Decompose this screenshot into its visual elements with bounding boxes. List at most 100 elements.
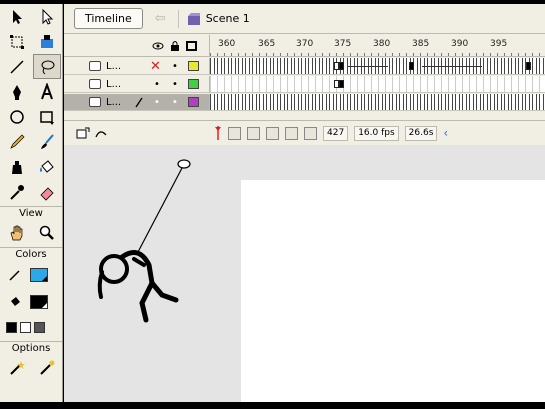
- layer-row-selected[interactable]: L... • •: [64, 94, 209, 111]
- visibility-toggle[interactable]: •: [154, 97, 160, 108]
- status-controls: 427 16.0 fps 26.6s ‹: [214, 125, 448, 141]
- layer-frames[interactable]: [209, 58, 545, 75]
- layer-page-icon: [89, 97, 101, 107]
- stage-canvas[interactable]: [241, 180, 545, 402]
- tool-grid: [0, 4, 62, 204]
- outline-all-icon[interactable]: [186, 40, 197, 51]
- keyframe[interactable]: [409, 62, 414, 70]
- visibility-toggle[interactable]: ✕: [150, 59, 161, 74]
- paint-bucket-icon[interactable]: [33, 154, 61, 179]
- ruler-tick: 390: [451, 39, 469, 49]
- line-icon[interactable]: [3, 54, 31, 79]
- timeline-status-bar: 427 16.0 fps 26.6s ‹: [64, 120, 545, 145]
- brush-icon[interactable]: [33, 129, 61, 154]
- layer-row[interactable]: L... • •: [64, 76, 209, 93]
- layer-name: L...: [106, 78, 122, 90]
- eyedropper-icon[interactable]: [3, 179, 31, 204]
- keyframe[interactable]: [339, 62, 344, 70]
- edit-multiple-frames-icon[interactable]: [285, 126, 298, 140]
- fill-bucket-icon: [11, 296, 20, 306]
- default-colors-icon[interactable]: [6, 321, 17, 333]
- stroke-pencil-icon: [9, 269, 20, 281]
- pencil-icon[interactable]: [3, 129, 31, 154]
- subselect-icon[interactable]: [33, 4, 61, 29]
- layer-frames[interactable]: [209, 76, 545, 93]
- no-color-icon[interactable]: [20, 321, 31, 333]
- magic-wand-settings-icon[interactable]: [33, 355, 61, 380]
- onion-skin-icon[interactable]: [247, 126, 260, 140]
- fill-color-swatch[interactable]: [30, 294, 48, 309]
- ruler-tick: 395: [490, 39, 508, 49]
- lasso-icon[interactable]: [33, 54, 61, 79]
- rectangle-icon[interactable]: [33, 104, 61, 129]
- center-frame-icon[interactable]: [228, 126, 241, 140]
- keyframe[interactable]: [526, 62, 531, 70]
- stick-figure-drawing[interactable]: [64, 145, 264, 402]
- current-frame-field: 427: [323, 125, 349, 141]
- ruler-tick: 385: [412, 39, 430, 49]
- fill-transform-icon[interactable]: [33, 29, 61, 54]
- stroke-color-row: [0, 261, 62, 288]
- layer-header: [64, 35, 209, 57]
- scene-icon: [187, 12, 200, 25]
- oval-icon[interactable]: [3, 104, 31, 129]
- eraser-icon[interactable]: [33, 179, 61, 204]
- layer-name: L...: [106, 96, 122, 108]
- timeline-panel: Timeline ⇦ Scene 1 360 365 370 375 380 3…: [64, 4, 545, 145]
- layer-page-icon: [89, 79, 101, 89]
- insert-layer-icon[interactable]: [76, 127, 90, 139]
- arrow-icon[interactable]: [3, 4, 31, 29]
- layer-page-icon: [89, 61, 101, 71]
- elapsed-time-field: 26.6s: [404, 125, 438, 141]
- lock-toggle[interactable]: •: [172, 61, 178, 72]
- show-hide-all-icon[interactable]: [152, 41, 164, 51]
- frame-ruler[interactable]: 360 365 370 375 380 385 390 395: [209, 35, 545, 57]
- zoom-icon[interactable]: [33, 220, 61, 245]
- text-icon[interactable]: [33, 79, 61, 104]
- modify-onion-markers-icon[interactable]: [304, 126, 317, 140]
- toolbar-divider: [177, 9, 179, 28]
- layer-outline-color[interactable]: [188, 61, 199, 71]
- view-tools: [0, 220, 62, 245]
- keyframe[interactable]: [339, 80, 344, 88]
- edit-pencil-icon: [135, 97, 143, 108]
- ink-bottle-icon[interactable]: [3, 154, 31, 179]
- layer-name: L...: [106, 60, 122, 72]
- fill-color-row: [0, 288, 62, 315]
- onion-outline-icon[interactable]: [266, 126, 279, 140]
- layer-outline-color[interactable]: [188, 79, 199, 89]
- layer-frames[interactable]: [209, 94, 545, 111]
- option-tools: [0, 355, 62, 380]
- ruler-tick: 375: [334, 39, 352, 49]
- magic-wand-icon[interactable]: [3, 355, 31, 380]
- frame-rate-field[interactable]: 16.0 fps: [354, 125, 399, 141]
- free-transform-icon[interactable]: [3, 29, 31, 54]
- layer-outline-color[interactable]: [188, 97, 199, 107]
- timeline-button[interactable]: Timeline: [74, 8, 143, 29]
- tween-arrow: [348, 66, 388, 67]
- color-mode-buttons: [0, 315, 62, 339]
- layer-buttons: [64, 127, 108, 139]
- ruler-tick: 365: [258, 39, 276, 49]
- scene-label[interactable]: Scene 1: [206, 12, 250, 25]
- tween-arrow: [422, 66, 482, 67]
- back-arrow-icon[interactable]: ⇦: [155, 11, 166, 26]
- scroll-left-icon[interactable]: ‹: [443, 126, 448, 140]
- stroke-color-swatch[interactable]: [30, 267, 48, 282]
- lock-all-icon[interactable]: [170, 40, 180, 51]
- motion-guide-icon[interactable]: [94, 127, 108, 139]
- pen-icon[interactable]: [3, 79, 31, 104]
- visibility-toggle[interactable]: •: [154, 79, 160, 90]
- lock-toggle[interactable]: •: [172, 97, 178, 108]
- swap-colors-icon[interactable]: [34, 321, 45, 333]
- stage-pasteboard[interactable]: [64, 145, 545, 402]
- hand-icon[interactable]: [3, 220, 31, 245]
- lock-toggle[interactable]: •: [172, 79, 178, 90]
- letterbox-bottom: [0, 402, 545, 409]
- timeline-toolbar: Timeline ⇦ Scene 1: [64, 4, 545, 34]
- layer-row[interactable]: L... ✕ •: [64, 58, 209, 75]
- playhead-marker-icon[interactable]: [214, 125, 222, 141]
- tools-panel: View Colors Options: [0, 4, 63, 402]
- colors-section-title: Colors: [0, 247, 62, 261]
- layer-header-icons: [152, 40, 197, 51]
